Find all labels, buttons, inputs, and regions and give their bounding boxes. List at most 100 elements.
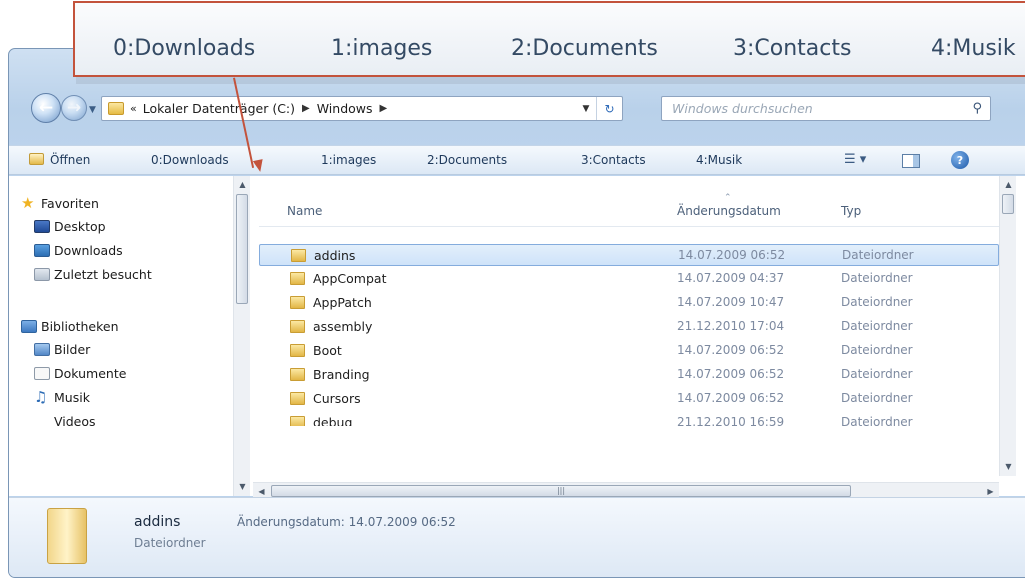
row-type: Dateiordner bbox=[842, 248, 914, 262]
toolbar-link-musik[interactable]: 4:Musik bbox=[696, 153, 742, 167]
table-row[interactable]: AppPatch 14.07.2009 10:47 Dateiordner bbox=[259, 292, 999, 314]
column-header-name[interactable]: Name bbox=[287, 204, 322, 218]
table-row[interactable]: AppCompat 14.07.2009 04:37 Dateiordner bbox=[259, 268, 999, 290]
nav-item-videos[interactable]: Videos bbox=[54, 414, 96, 428]
row-name: assembly bbox=[313, 319, 373, 334]
nav-item-desktop[interactable]: Desktop bbox=[34, 219, 106, 234]
toolbar-link-downloads[interactable]: 0:Downloads bbox=[151, 153, 229, 167]
header-divider bbox=[259, 226, 999, 227]
nav-item-bilder[interactable]: Bilder bbox=[34, 342, 91, 357]
row-date: 14.07.2009 04:37 bbox=[677, 271, 785, 285]
row-name: Cursors bbox=[313, 391, 361, 406]
scrollbar-thumb[interactable] bbox=[1002, 194, 1014, 214]
folder-icon bbox=[290, 296, 305, 309]
nav-libraries[interactable]: Bibliotheken bbox=[21, 319, 119, 334]
refresh-icon[interactable]: ↻ bbox=[596, 97, 622, 120]
nav-item-downloads[interactable]: Downloads bbox=[34, 243, 123, 258]
toolbar-link-contacts[interactable]: 3:Contacts bbox=[581, 153, 646, 167]
scroll-up-icon[interactable]: ▲ bbox=[1000, 176, 1017, 193]
folder-icon bbox=[108, 102, 124, 115]
row-date: 21.12.2010 17:04 bbox=[677, 319, 785, 333]
row-date: 14.07.2009 06:52 bbox=[677, 391, 785, 405]
star-icon: ★ bbox=[21, 194, 35, 212]
table-row[interactable]: Cursors 14.07.2009 06:52 Dateiordner bbox=[259, 388, 999, 410]
row-name: Boot bbox=[313, 343, 342, 358]
back-button[interactable]: ← bbox=[31, 93, 61, 123]
folder-icon bbox=[290, 344, 305, 357]
crumb-drive[interactable]: Lokaler Datenträger (C:) bbox=[143, 101, 295, 116]
command-bar: Öffnen 0:Downloads 1:images 2:Documents … bbox=[9, 145, 1025, 175]
views-icon[interactable]: ☰ ▾ bbox=[844, 152, 866, 167]
help-icon[interactable]: ? bbox=[951, 151, 969, 169]
nav-favorites-label: Favoriten bbox=[41, 196, 99, 211]
music-note-icon: ♫ bbox=[34, 388, 48, 406]
sort-caret-icon: ⌃ bbox=[724, 193, 732, 203]
row-date: 14.07.2009 10:47 bbox=[677, 295, 785, 309]
details-name: addins bbox=[134, 514, 181, 530]
desktop-icon bbox=[34, 220, 50, 233]
details-date-value: 14.07.2009 06:52 bbox=[348, 515, 456, 529]
column-header-type[interactable]: Typ bbox=[841, 204, 861, 218]
file-list-scrollbar[interactable]: ▲ ▼ bbox=[999, 176, 1016, 476]
address-dropdown-icon[interactable]: ▼ bbox=[576, 104, 596, 114]
content-area: ★ Favoriten Desktop Downloads Zuletzt be… bbox=[9, 176, 1025, 499]
scroll-down-icon[interactable]: ▼ bbox=[1000, 458, 1017, 475]
callout-item-downloads: 0:Downloads bbox=[113, 36, 256, 61]
crumb-windows[interactable]: Windows bbox=[317, 101, 373, 116]
folder-icon bbox=[290, 416, 305, 426]
open-button[interactable]: Öffnen bbox=[29, 153, 90, 167]
row-date: 14.07.2009 06:52 bbox=[677, 367, 785, 381]
details-date-label: Änderungsdatum: bbox=[237, 515, 345, 529]
search-input[interactable]: Windows durchsuchen ⚲ bbox=[661, 96, 991, 121]
nav-item-dokumente[interactable]: Dokumente bbox=[34, 366, 126, 381]
scrollbar-thumb[interactable]: ||| bbox=[271, 485, 851, 497]
navigation-scrollbar[interactable]: ▲ ▼ bbox=[233, 176, 250, 496]
row-type: Dateiordner bbox=[841, 319, 913, 333]
nav-item-label: Bilder bbox=[54, 342, 91, 357]
table-row[interactable]: debug 21.12.2010 16:59 Dateiordner bbox=[259, 412, 999, 426]
folder-icon bbox=[291, 249, 306, 262]
nav-item-recent[interactable]: Zuletzt besucht bbox=[34, 267, 152, 282]
nav-favorites[interactable]: ★ Favoriten bbox=[21, 194, 99, 212]
toolbar-link-images[interactable]: 1:images bbox=[321, 153, 376, 167]
row-name: AppPatch bbox=[313, 295, 372, 310]
crumb-separator-icon[interactable]: ▶ bbox=[380, 103, 388, 114]
details-type: Dateiordner bbox=[134, 536, 206, 550]
table-row[interactable]: Branding 14.07.2009 06:52 Dateiordner bbox=[259, 364, 999, 386]
address-bar[interactable]: « Lokaler Datenträger (C:) ▶ Windows ▶ ▼… bbox=[101, 96, 623, 121]
search-icon[interactable]: ⚲ bbox=[972, 101, 982, 116]
crumb-separator-icon[interactable]: ▶ bbox=[302, 103, 310, 114]
scrollbar-thumb[interactable] bbox=[236, 194, 248, 304]
history-dropdown-icon[interactable]: ▼ bbox=[89, 105, 99, 115]
details-pane: addins Dateiordner Änderungsdatum: 14.07… bbox=[9, 497, 1025, 577]
row-type: Dateiordner bbox=[841, 271, 913, 285]
folder-icon bbox=[290, 272, 305, 285]
row-name: AppCompat bbox=[313, 271, 387, 286]
zoom-callout: 0:Downloads 1:images 2:Documents 3:Conta… bbox=[73, 1, 1025, 77]
table-row[interactable]: addins 14.07.2009 06:52 Dateiordner bbox=[259, 244, 999, 266]
search-placeholder: Windows durchsuchen bbox=[672, 101, 813, 116]
folder-preview-icon bbox=[47, 508, 87, 564]
preview-pane-icon[interactable] bbox=[902, 154, 920, 168]
nav-item-label: Musik bbox=[54, 390, 90, 405]
column-header-date[interactable]: Änderungsdatum bbox=[677, 204, 781, 218]
nav-item-musik[interactable]: ♫ Musik bbox=[34, 388, 90, 406]
scroll-down-icon[interactable]: ▼ bbox=[234, 478, 251, 495]
forward-arrow-icon: → bbox=[66, 98, 82, 118]
table-row[interactable]: assembly 21.12.2010 17:04 Dateiordner bbox=[259, 316, 999, 338]
address-overflow[interactable]: « bbox=[130, 102, 137, 115]
callout-item-images: 1:images bbox=[331, 36, 433, 61]
folder-icon bbox=[290, 320, 305, 333]
row-name: debug bbox=[313, 415, 353, 426]
table-row[interactable]: Boot 14.07.2009 06:52 Dateiordner bbox=[259, 340, 999, 362]
row-date: 14.07.2009 06:52 bbox=[678, 248, 786, 262]
callout-arrow-head bbox=[252, 159, 266, 173]
forward-button[interactable]: → bbox=[61, 95, 87, 121]
callout-item-documents: 2:Documents bbox=[511, 36, 658, 61]
nav-libraries-label: Bibliotheken bbox=[41, 319, 119, 334]
toolbar-link-documents[interactable]: 2:Documents bbox=[427, 153, 507, 167]
nav-item-label: Zuletzt besucht bbox=[54, 267, 152, 282]
row-type: Dateiordner bbox=[841, 343, 913, 357]
nav-item-label: Videos bbox=[54, 414, 96, 428]
scroll-up-icon[interactable]: ▲ bbox=[234, 176, 251, 193]
